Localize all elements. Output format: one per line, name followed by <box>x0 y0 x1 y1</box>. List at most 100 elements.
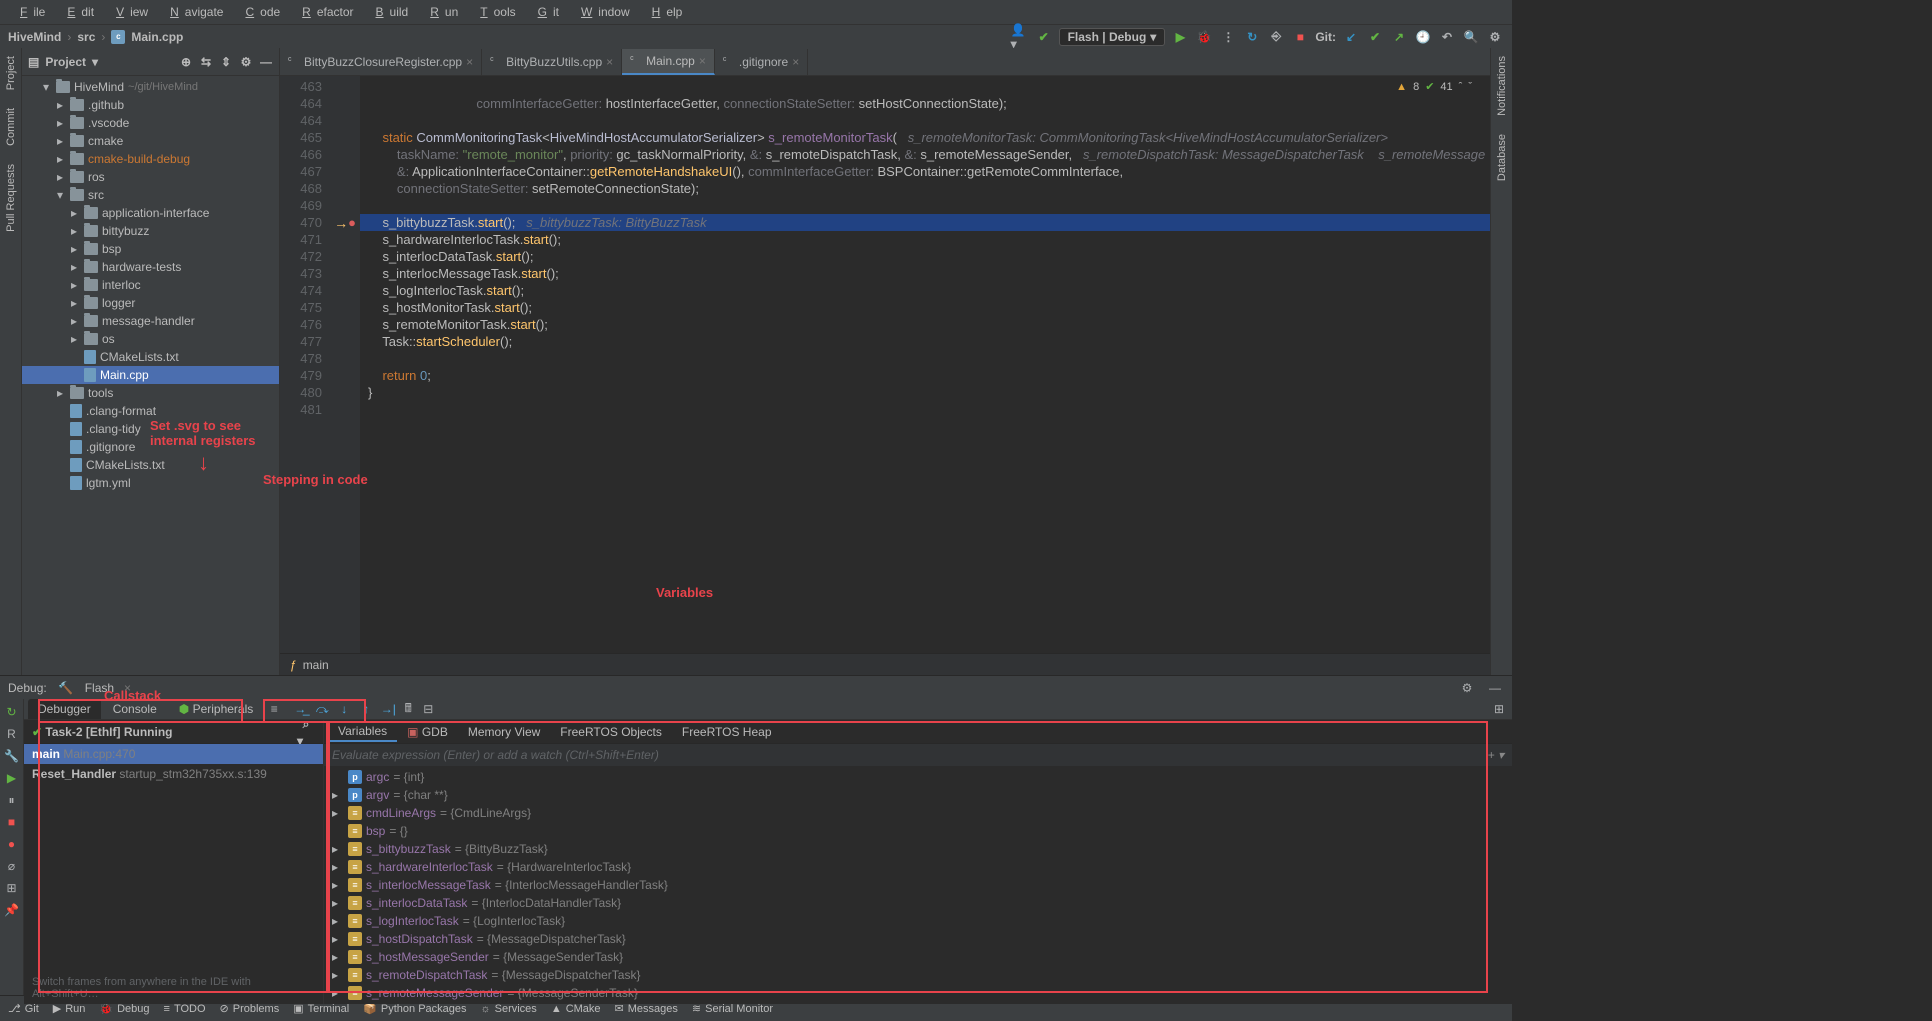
pause-button[interactable]: ⏸ <box>3 791 21 809</box>
collapse-all-icon[interactable]: ⇕ <box>219 55 233 69</box>
menu-edit[interactable]: Edit <box>55 3 100 21</box>
vcs-history-icon[interactable]: 🕘 <box>1414 28 1432 46</box>
tree-item-hardware-tests[interactable]: ▸hardware-tests <box>22 258 279 276</box>
resume-button[interactable]: ▶ <box>3 769 21 787</box>
tool-database[interactable]: Database <box>1496 130 1508 185</box>
close-icon[interactable]: × <box>792 55 799 69</box>
variable-row[interactable]: ▸≡s_bittybuzzTask = {BittyBuzzTask} <box>324 840 1512 858</box>
users-icon[interactable]: 👤▾ <box>1011 28 1029 46</box>
statusbar-cmake[interactable]: ▲ CMake <box>551 1003 601 1015</box>
tree-item-logger[interactable]: ▸logger <box>22 294 279 312</box>
minimize-icon[interactable]: — <box>1486 679 1504 697</box>
rerun-button[interactable]: ↻ <box>3 703 21 721</box>
tree-item-bsp[interactable]: ▸bsp <box>22 240 279 258</box>
menu-navigate[interactable]: Navigate <box>158 3 229 21</box>
menu-tools[interactable]: Tools <box>468 3 521 21</box>
options-icon[interactable]: 🔧 <box>3 747 21 765</box>
vcs-commit-icon[interactable]: ✔ <box>1366 28 1384 46</box>
vcs-rollback-icon[interactable]: ↶ <box>1438 28 1456 46</box>
tree-item-cmakelists-txt[interactable]: CMakeLists.txt <box>22 348 279 366</box>
run-button[interactable]: ▶ <box>1171 28 1189 46</box>
close-icon[interactable]: × <box>606 55 613 69</box>
layout-settings-icon[interactable]: ⊞ <box>1490 700 1508 718</box>
tree-item-src[interactable]: ▾src <box>22 186 279 204</box>
vartab-gdb[interactable]: ▣ GDB <box>397 723 458 741</box>
menu-build[interactable]: Build <box>364 3 415 21</box>
step-into-button[interactable]: ↓ <box>335 700 353 718</box>
tool-pull-requests[interactable]: Pull Requests <box>5 160 17 236</box>
close-icon[interactable]: × <box>699 54 706 68</box>
gear-icon[interactable]: ⚙ <box>239 55 253 69</box>
variable-row[interactable]: ▸pargv = {char **} <box>324 786 1512 804</box>
menu-git[interactable]: Git <box>526 3 565 21</box>
tree-item-application-interface[interactable]: ▸application-interface <box>22 204 279 222</box>
vcs-push-icon[interactable]: ↗ <box>1390 28 1408 46</box>
watch-input[interactable]: Evaluate expression (Enter) or add a wat… <box>324 744 1512 766</box>
stack-frame[interactable]: main Main.cpp:470 <box>24 744 323 764</box>
debug-button[interactable]: 🐞 <box>1195 28 1213 46</box>
filter-icon[interactable]: ⌕ <box>297 716 315 734</box>
layout-icon[interactable]: ⊞ <box>3 879 21 897</box>
threads-icon[interactable]: ≡ <box>265 700 283 718</box>
chevron-up-icon[interactable]: ˆ <box>1459 81 1463 93</box>
run-config-select[interactable]: Flash | Debug ▾ <box>1059 28 1166 46</box>
console-tab[interactable]: Console <box>103 699 167 719</box>
expand-all-icon[interactable]: ⇆ <box>199 55 213 69</box>
more-run-icon[interactable]: ⋮ <box>1219 28 1237 46</box>
tab-bittybuzzclosureregister-cpp[interactable]: cBittyBuzzClosureRegister.cpp× <box>280 49 482 75</box>
breadcrumb-project[interactable]: HiveMind <box>8 30 61 44</box>
tree-item--vscode[interactable]: ▸.vscode <box>22 114 279 132</box>
tab-bittybuzzutils-cpp[interactable]: cBittyBuzzUtils.cpp× <box>482 49 622 75</box>
run-to-cursor-button[interactable]: →| <box>379 700 397 718</box>
debug-config-name[interactable]: Flash <box>85 681 114 695</box>
breakpoints-button[interactable]: ● <box>3 835 21 853</box>
tool-notifications[interactable]: Notifications <box>1496 52 1508 120</box>
variable-row[interactable]: ≡bsp = {} <box>324 822 1512 840</box>
stack-frame[interactable]: Reset_Handler startup_stm32h735xx.s:139 <box>24 764 323 784</box>
mute-bp-button[interactable]: ⌀ <box>3 857 21 875</box>
stop-button[interactable]: ■ <box>1291 28 1309 46</box>
menu-view[interactable]: View <box>104 3 154 21</box>
tree-item-cmake-build-debug[interactable]: ▸cmake-build-debug <box>22 150 279 168</box>
statusbar-todo[interactable]: ≡ TODO <box>164 1003 206 1015</box>
menu-help[interactable]: Help <box>640 3 689 21</box>
tab-main-cpp[interactable]: cMain.cpp× <box>622 49 715 75</box>
chevron-down-icon[interactable]: ˇ <box>1468 81 1472 93</box>
vartab-variables[interactable]: Variables <box>328 722 397 742</box>
vartab-memory-view[interactable]: Memory View <box>458 723 550 741</box>
tree-item-hivemind[interactable]: ▾HiveMind ~/git/HiveMind <box>22 78 279 96</box>
profile-icon[interactable]: ↻ <box>1243 28 1261 46</box>
breadcrumb-file[interactable]: Main.cpp <box>131 30 183 44</box>
debugger-tab[interactable]: Debugger <box>28 699 101 719</box>
tool-commit[interactable]: Commit <box>5 104 17 150</box>
project-view-label[interactable]: Project <box>45 55 86 69</box>
tree-item--clang-format[interactable]: .clang-format <box>22 402 279 420</box>
variable-row[interactable]: ▸≡s_remoteDispatchTask = {MessageDispatc… <box>324 966 1512 984</box>
hide-icon[interactable]: — <box>259 55 273 69</box>
vcs-update-icon[interactable]: ↙ <box>1342 28 1360 46</box>
variable-row[interactable]: ▸≡s_hostDispatchTask = {MessageDispatche… <box>324 930 1512 948</box>
variable-row[interactable]: ▸≡s_hostMessageSender = {MessageSenderTa… <box>324 948 1512 966</box>
modify-run-icon[interactable]: R <box>3 725 21 743</box>
variable-row[interactable]: ▸≡s_interlocDataTask = {InterlocDataHand… <box>324 894 1512 912</box>
tree-item-interloc[interactable]: ▸interloc <box>22 276 279 294</box>
inspection-widget[interactable]: ▲8 ✔41 ˆˇ <box>1396 80 1472 93</box>
evaluate-icon[interactable]: 🖩 <box>399 700 417 718</box>
tree-item-ros[interactable]: ▸ros <box>22 168 279 186</box>
vartab-freertos-objects[interactable]: FreeRTOS Objects <box>550 723 672 741</box>
tab--gitignore[interactable]: c.gitignore× <box>715 49 808 75</box>
tree-item--gitignore[interactable]: .gitignore <box>22 438 279 456</box>
tool-project[interactable]: Project <box>5 52 17 94</box>
pin-icon[interactable]: 📌 <box>3 901 21 919</box>
close-tab-icon[interactable]: × <box>124 681 131 695</box>
tree-item-tools[interactable]: ▸tools <box>22 384 279 402</box>
attach-icon[interactable]: ⎆ <box>1267 28 1285 46</box>
tree-item-main-cpp[interactable]: Main.cpp <box>22 366 279 384</box>
menu-window[interactable]: Window <box>569 3 636 21</box>
stop-debug-button[interactable]: ■ <box>3 813 21 831</box>
tree-item-os[interactable]: ▸os <box>22 330 279 348</box>
menu-code[interactable]: Code <box>233 3 286 21</box>
gear-icon[interactable]: ⚙ <box>1458 679 1476 697</box>
tree-item-bittybuzz[interactable]: ▸bittybuzz <box>22 222 279 240</box>
trace-icon[interactable]: ⊟ <box>419 700 437 718</box>
